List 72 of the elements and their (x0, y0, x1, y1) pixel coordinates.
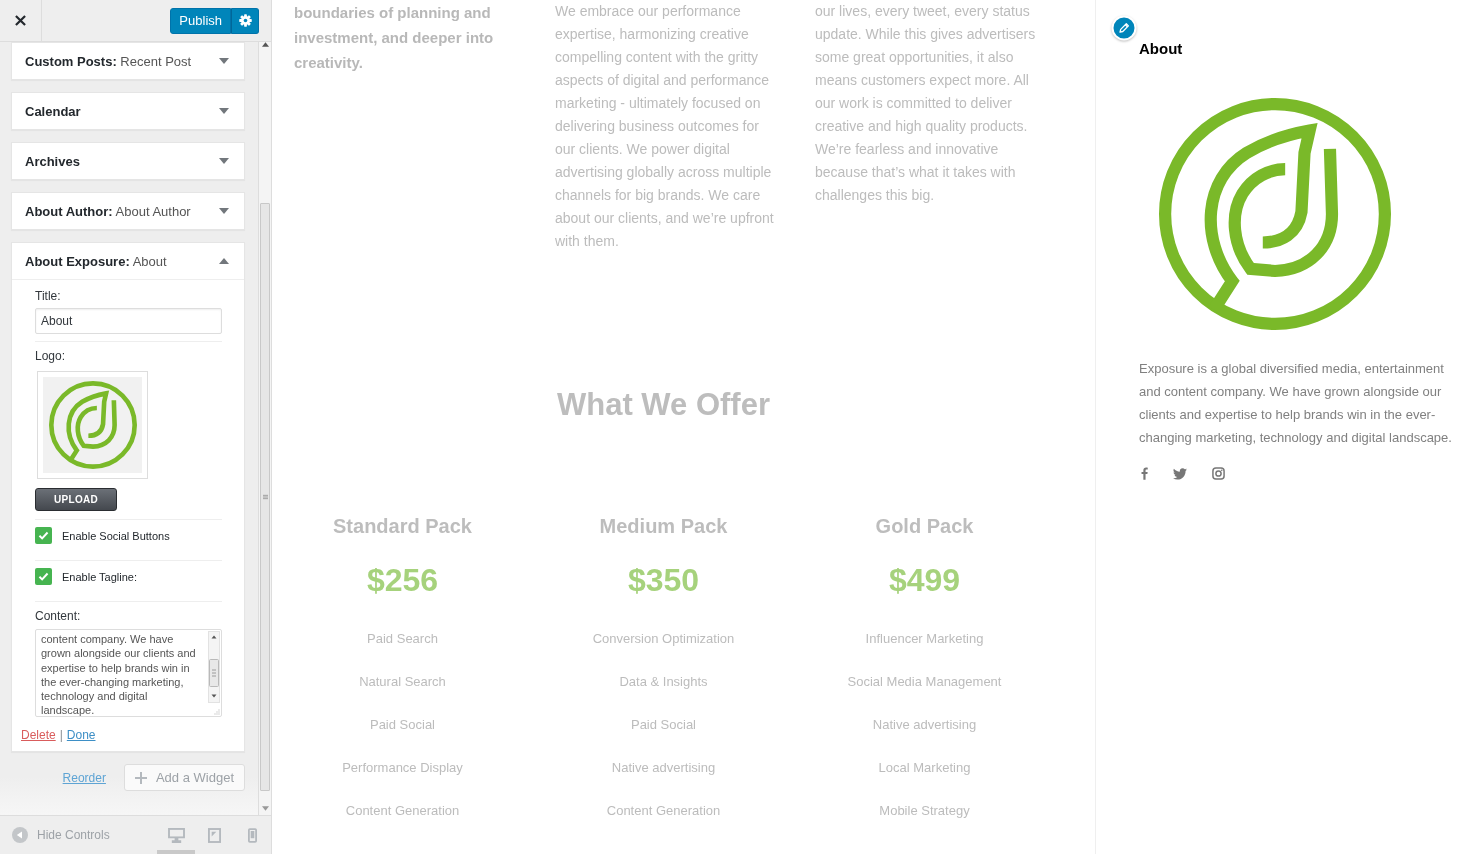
feature-item: Paid Social (630, 716, 696, 734)
feature-item: Influencer Marketing (865, 630, 984, 648)
content-textarea[interactable]: content company. We have grown alongside our clients and expertise to help brands win in the ever-changing marketing, technology and digital landscape. (35, 629, 222, 717)
twitter-icon[interactable] (1173, 467, 1187, 480)
field-label: Content: (35, 608, 82, 624)
checkbox[interactable] (35, 568, 52, 585)
pack-price: $350 (627, 561, 700, 600)
field-label: Logo: (35, 348, 67, 364)
title-input[interactable]: About (35, 308, 222, 334)
link-separator: | (59, 727, 63, 743)
checkmark-icon (38, 531, 49, 540)
publish-button[interactable]: Publish (170, 7, 231, 34)
plus-icon (134, 771, 147, 784)
scrollbar[interactable] (258, 42, 271, 815)
paragraph: We embrace our performance expertise, harmonizing creative compelling content with the gritty aspects of digital and performance marketing - ultimately focused on delivering business outcomes for our clients. We power digital advertising globally across multiple channels for big brands. We care about our clients, and we’re upfront with them. (555, 2, 775, 251)
feature-item: Content Generation (606, 802, 721, 820)
widget-header[interactable]: Custom Posts: Recent Post (12, 43, 244, 79)
pack-price: $256 (366, 561, 439, 600)
about-text: Exposure is a global diversified media, entertainment and content company. We have grown alongside our clients and expertise to help brands win in the ever-changing marketing, technology and digital landscape. (1139, 360, 1453, 447)
textarea-scrollbar[interactable] (208, 631, 220, 703)
caret-down-icon[interactable] (219, 108, 229, 114)
feature-item: Data & Insights (619, 673, 708, 691)
scroll-up-icon[interactable] (261, 42, 269, 47)
pack-title: Medium Pack (599, 514, 728, 539)
caret-up-icon[interactable] (219, 258, 229, 264)
caret-down-icon[interactable] (219, 208, 229, 214)
checkbox[interactable] (35, 527, 52, 544)
close-icon (15, 15, 26, 26)
caret-down-icon[interactable] (219, 58, 229, 64)
checkmark-icon (38, 572, 49, 581)
feature-item: Paid Social (369, 716, 435, 734)
widget-title: About (1139, 39, 1183, 59)
upload-button[interactable]: UPLOAD (35, 488, 117, 511)
feature-item: Content Generation (345, 802, 460, 820)
feature-item: Natural Search (359, 673, 446, 691)
feature-item: Paid Search (367, 630, 438, 648)
intro-text: boundaries of planning and investment, and deeper into creativity. (294, 3, 495, 73)
widget-header[interactable]: Calendar (12, 93, 244, 129)
delete-link[interactable]: Delete (21, 727, 56, 743)
feature-item: Conversion Optimization (592, 630, 735, 648)
pack-title: Gold Pack (875, 514, 974, 539)
feature-item: Performance Display (342, 759, 463, 777)
field-label: Title: (35, 288, 62, 304)
tablet-icon (207, 827, 221, 843)
scrollbar-thumb[interactable] (260, 203, 270, 791)
checkbox-label: Enable Tagline: (62, 570, 138, 583)
pack-title: Standard Pack (333, 514, 472, 539)
widget-header[interactable]: About Author: About Author (12, 193, 244, 229)
desktop-icon (167, 827, 185, 843)
checkbox-label: Enable Social Buttons (62, 529, 170, 542)
scroll-down-icon[interactable] (261, 806, 269, 811)
paragraph: our lives, every tweet, every status update. While this gives advertisers some great opportunities, it also means customers expect more. All our work is committed to deliver creative and high quality products. We’re fearless and innovative because that’s what it takes with challenges this big. (815, 2, 1037, 205)
grip-icon (262, 494, 268, 500)
caret-down-icon[interactable] (219, 158, 229, 164)
section-heading: What We Offer (557, 386, 770, 424)
feature-item: Local Marketing (878, 759, 971, 777)
pencil-icon[interactable] (1111, 15, 1137, 41)
feature-item: Mobile Strategy (879, 802, 970, 820)
settings-button[interactable] (231, 7, 259, 34)
facebook-icon[interactable] (1141, 467, 1148, 480)
feature-item: Native advertising (611, 759, 716, 777)
feature-item: Native advertising (872, 716, 977, 734)
mobile-icon (247, 827, 257, 843)
instagram-icon[interactable] (1212, 467, 1225, 480)
widget-header[interactable]: Archives (12, 143, 244, 179)
done-link[interactable]: Done (66, 727, 96, 743)
pack-price: $499 (888, 561, 961, 600)
resize-grip-icon[interactable] (214, 709, 220, 715)
widget-header[interactable]: About Exposure: About (12, 243, 244, 279)
settings-icon (238, 14, 252, 27)
feature-item: Social Media Management (847, 673, 1002, 691)
arrow-left-icon (12, 827, 28, 843)
